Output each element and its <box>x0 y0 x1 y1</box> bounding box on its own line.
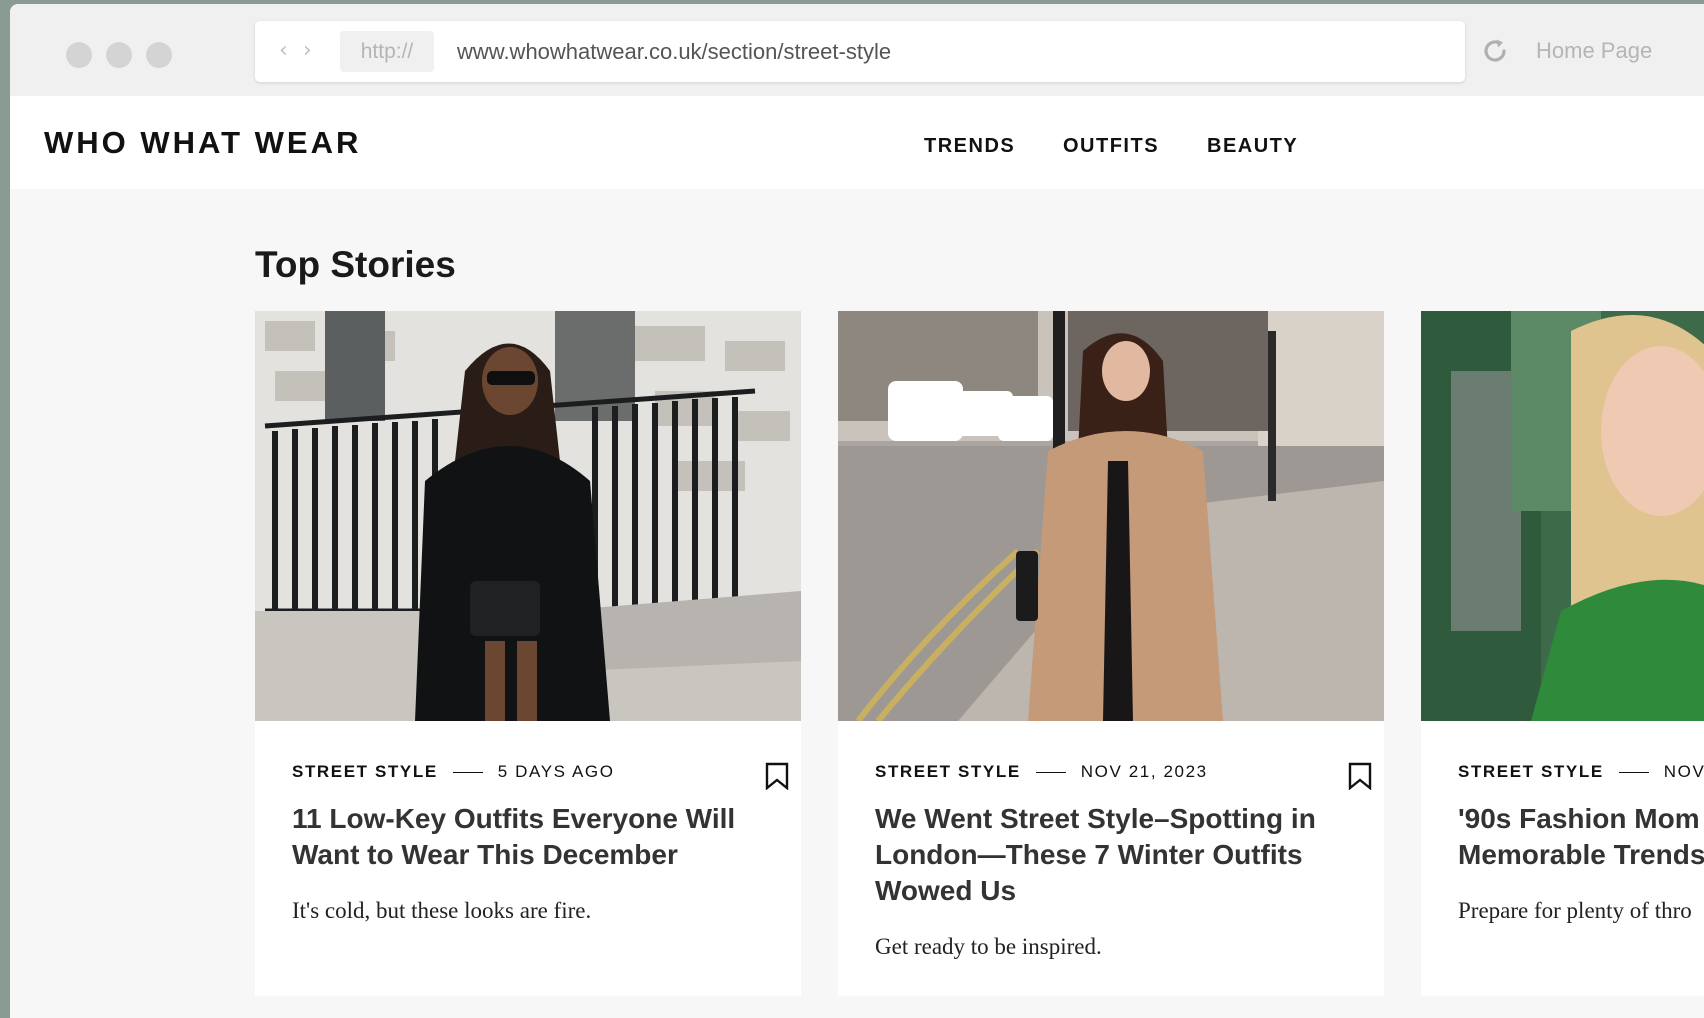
story-category[interactable]: STREET STYLE <box>1458 762 1604 781</box>
story-meta: STREET STYLE 5 DAYS AGO <box>292 761 615 783</box>
site-header: WHO WHAT WEAR TRENDS OUTFITS BEAUTY <box>10 96 1704 189</box>
story-headline[interactable]: '90s Fashion Mom Memorable Trends <box>1458 801 1704 873</box>
story-date: NOV 21, 2023 <box>1080 762 1208 781</box>
story-dek: Get ready to be inspired. <box>875 934 1102 959</box>
meta-divider <box>1035 771 1066 774</box>
url-text[interactable]: www.whowhatwear.co.uk/section/street-sty… <box>457 21 891 82</box>
story-meta: STREET STYLE NOV 21, 2023 <box>875 761 1208 783</box>
home-page-link[interactable]: Home Page <box>1536 34 1652 68</box>
story-card[interactable]: STREET STYLE 5 DAYS AGO 11 Low-Key Outfit… <box>255 311 801 996</box>
story-headline[interactable]: 11 Low-Key Outfits Everyone Will Want to… <box>292 801 782 873</box>
story-meta: STREET STYLE NOV <box>1458 761 1704 783</box>
site-logo[interactable]: WHO WHAT WEAR <box>44 126 361 160</box>
reload-icon[interactable] <box>1480 36 1510 66</box>
story-dek: Prepare for plenty of thro <box>1458 898 1692 923</box>
story-category[interactable]: STREET STYLE <box>292 762 438 781</box>
address-bar[interactable]: ‹ › http:// www.whowhatwear.co.uk/sectio… <box>255 21 1465 82</box>
forward-arrow-icon[interactable]: › <box>303 38 312 64</box>
nav-item-beauty[interactable]: BEAUTY <box>1207 134 1298 158</box>
nav-item-outfits[interactable]: OUTFITS <box>1063 134 1159 158</box>
story-headline[interactable]: We Went Street Style–Spotting in London—… <box>875 801 1365 909</box>
story-card[interactable]: STREET STYLE NOV 21, 2023 We Went Street … <box>838 311 1384 996</box>
window-minimize-button[interactable] <box>106 42 132 68</box>
window-close-button[interactable] <box>66 42 92 68</box>
story-date: 5 DAYS AGO <box>497 762 615 781</box>
bookmark-icon[interactable] <box>765 762 789 790</box>
window-maximize-button[interactable] <box>146 42 172 68</box>
bookmark-icon[interactable] <box>1348 762 1372 790</box>
story-image-90s-fashion[interactable] <box>1421 311 1704 721</box>
story-image-london-camel-coat[interactable] <box>838 311 1384 721</box>
section-title: Top Stories <box>255 244 456 285</box>
story-date: NOV <box>1663 762 1704 781</box>
story-dek: It's cold, but these looks are fire. <box>292 898 592 923</box>
browser-toolbar: ‹ › http:// www.whowhatwear.co.uk/sectio… <box>10 4 1704 96</box>
story-card[interactable]: STREET STYLE NOV '90s Fashion Mom Memorab… <box>1421 311 1704 996</box>
story-image-outfit-black-coat[interactable] <box>255 311 801 721</box>
story-category[interactable]: STREET STYLE <box>875 762 1021 781</box>
nav-item-trends[interactable]: TRENDS <box>924 134 1015 158</box>
meta-divider <box>452 771 483 774</box>
browser-window: ‹ › http:// www.whowhatwear.co.uk/sectio… <box>10 4 1704 1018</box>
meta-divider <box>1618 771 1649 774</box>
back-arrow-icon[interactable]: ‹ <box>279 38 288 64</box>
url-protocol: http:// <box>340 31 434 72</box>
